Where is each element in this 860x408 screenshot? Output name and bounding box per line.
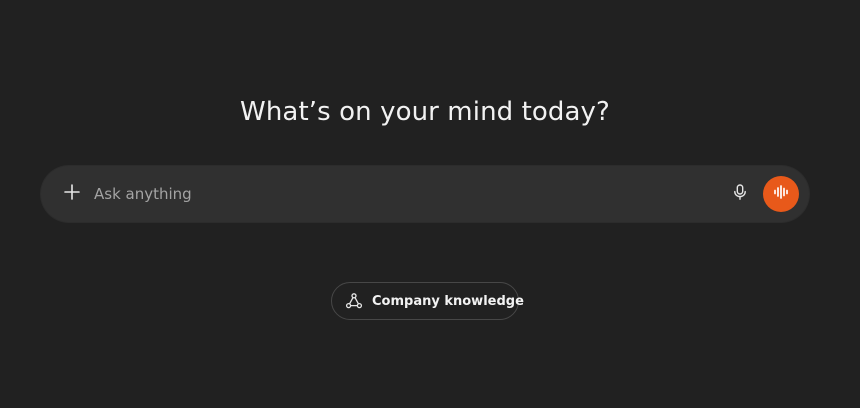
prompt-composer [41,166,809,222]
page-title: What’s on your mind today? [240,97,610,127]
company-knowledge-chip[interactable]: Company knowledge [331,282,524,320]
add-attachment-button[interactable] [57,179,87,209]
voice-waveform-icon [772,183,790,205]
connections-icon [345,292,363,310]
microphone-icon [731,183,749,205]
chat-home: What’s on your mind today? Ask anything … [0,0,860,408]
voice-mode-button[interactable] [763,176,799,212]
prompt-input[interactable] [94,180,654,208]
plus-icon [63,183,81,205]
company-knowledge-label: Company knowledge [372,293,524,309]
dictate-button[interactable] [725,179,755,209]
